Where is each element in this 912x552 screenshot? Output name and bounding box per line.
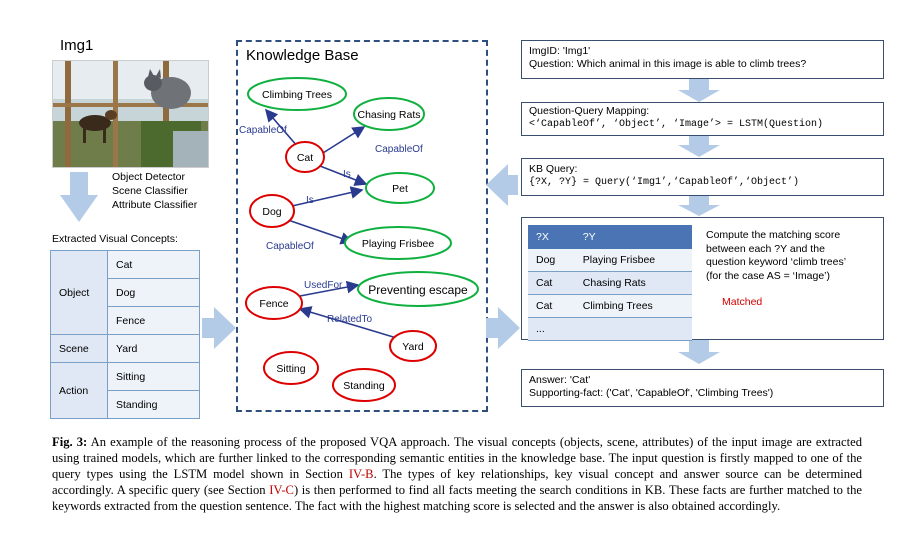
kb-query-title: KB Query: xyxy=(529,163,578,175)
node-label: Climbing Trees xyxy=(262,89,332,101)
compute-note: Compute the matching score between each … xyxy=(706,229,846,283)
right-arrow-icon xyxy=(202,307,236,349)
down-arrow-icon xyxy=(60,172,98,222)
edge-label: CapableOf xyxy=(375,144,423,155)
mapping-formula: <‘CapableOf’, ‘Object’, ‘Image’> = LSTM(… xyxy=(529,119,824,130)
section-link[interactable]: IV-C xyxy=(269,483,294,497)
supporting-fact: Supporting-fact: ('Cat', 'CapableOf', 'C… xyxy=(529,387,774,399)
kb-query-formula: {?X, ?Y} = Query(‘Img1’,‘CapableOf’,‘Obj… xyxy=(529,177,800,188)
node-label: Yard xyxy=(402,341,424,353)
query-box: ImgID: 'Img1' Question: Which animal in … xyxy=(521,40,884,79)
header-x: ?X xyxy=(528,225,575,249)
mapping-box: Question-Query Mapping: <‘CapableOf’, ‘O… xyxy=(521,102,884,136)
right-arrow-icon xyxy=(486,307,520,349)
answer-line: Answer: 'Cat' xyxy=(529,374,591,386)
table-row: Dog Playing Frisbee xyxy=(528,249,692,272)
section-link[interactable]: IV-B xyxy=(349,467,374,481)
node-label: Sitting xyxy=(276,363,305,375)
table-row: Cat Chasing Rats xyxy=(528,271,692,295)
edge-label: CapableOf xyxy=(266,241,314,252)
kb-query-box: KB Query: {?X, ?Y} = Query(‘Img1’,‘Capab… xyxy=(521,158,884,196)
edge-label: RelatedTo xyxy=(327,314,372,325)
cell-y xyxy=(574,317,692,341)
answer-box: Answer: 'Cat' Supporting-fact: ('Cat', '… xyxy=(521,369,884,407)
query-question: Question: Which animal in this image is … xyxy=(529,58,807,70)
edge-label: Is xyxy=(343,169,351,180)
query-imgid: ImgID: 'Img1' xyxy=(529,45,591,57)
mapping-title: Question-Query Mapping: xyxy=(529,105,650,117)
figure-caption: Fig. 3: An example of the reasoning proc… xyxy=(52,434,862,514)
cell-x: ... xyxy=(528,317,575,341)
node-label: Cat xyxy=(297,152,313,164)
compute-line: (for the case AS = ‘Image’) xyxy=(706,269,831,282)
node-label: Chasing Rats xyxy=(357,109,420,121)
down-arrow-icon xyxy=(678,79,720,102)
cell-y: Climbing Trees xyxy=(574,294,692,318)
edge-label: CapableOf xyxy=(239,125,287,136)
node-label: Dog xyxy=(262,206,281,218)
matched-label: Matched xyxy=(722,296,763,308)
edge-label: Is xyxy=(306,195,314,206)
node-label: Fence xyxy=(259,298,288,310)
node-label: Standing xyxy=(343,380,385,392)
edge-dog-pet xyxy=(291,186,364,207)
edge-label: UsedFor xyxy=(304,280,343,291)
down-arrow-icon xyxy=(678,196,720,216)
header-y: ?Y xyxy=(574,225,692,249)
table-row: Cat Climbing Trees xyxy=(528,294,692,318)
left-arrow-icon xyxy=(486,164,518,206)
node-label: Pet xyxy=(392,183,408,195)
cell-x: Cat xyxy=(528,294,575,318)
cell-x: Dog xyxy=(528,249,575,272)
edge-cat-chasing xyxy=(322,126,366,154)
compute-line: between each ?Y and the xyxy=(706,242,825,255)
table-row: ... xyxy=(528,317,692,341)
cell-y: Chasing Rats xyxy=(574,271,692,295)
table-header-row: ?X ?Y xyxy=(528,225,692,249)
node-label: Preventing escape xyxy=(368,283,468,297)
cell-y: Playing Frisbee xyxy=(574,249,692,272)
match-table: ?X ?Y Dog Playing Frisbee Cat Chasing Ra… xyxy=(528,225,692,341)
down-arrow-icon xyxy=(678,340,720,364)
compute-line: Compute the matching score xyxy=(706,229,841,241)
compute-line: question keyword ‘climb trees’ xyxy=(706,256,847,268)
edge-dog-frisbee xyxy=(287,219,354,245)
down-arrow-icon xyxy=(678,136,720,157)
cell-x: Cat xyxy=(528,271,575,295)
caption-label: Fig. 3: xyxy=(52,435,88,449)
node-label: Playing Frisbee xyxy=(362,238,435,250)
